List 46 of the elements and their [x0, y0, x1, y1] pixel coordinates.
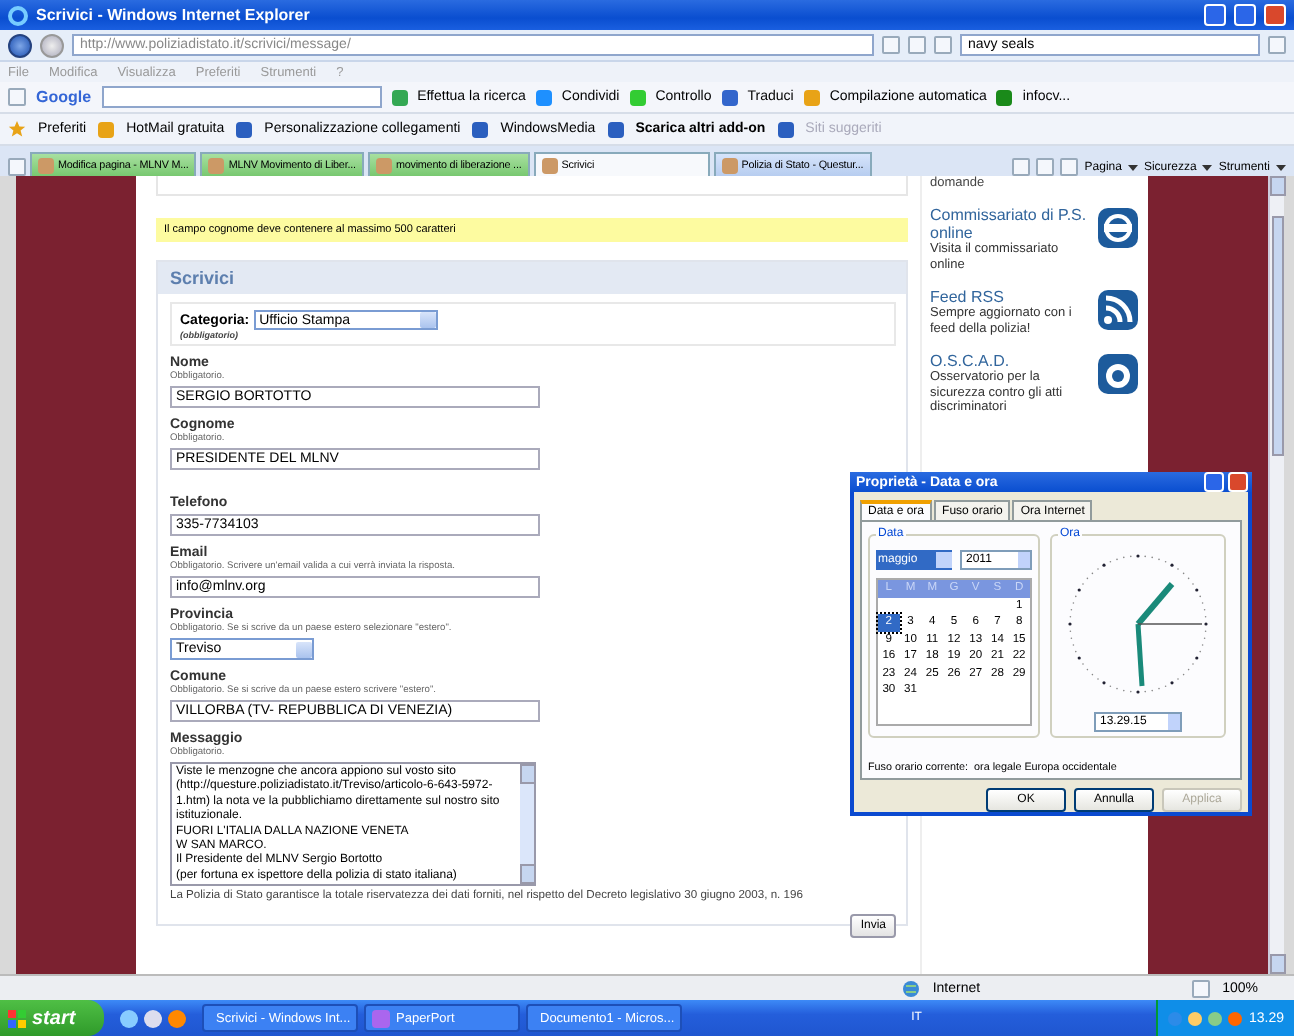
- rss-feed-icon: [1096, 288, 1140, 332]
- sidebar-link[interactable]: Feed RSS: [930, 288, 1092, 306]
- back-button[interactable]: [8, 33, 32, 57]
- scroll-down-button[interactable]: [520, 864, 536, 884]
- windows-logo-icon: [8, 1009, 26, 1027]
- page-icon: [541, 157, 558, 173]
- toolbar-item-icon: [391, 89, 408, 105]
- maximize-button[interactable]: [1234, 4, 1256, 26]
- page-icon: [721, 157, 738, 173]
- badge-icon: [1096, 206, 1140, 250]
- link-icon: [236, 121, 253, 137]
- caret-icon: [1276, 163, 1286, 171]
- scroll-up-button[interactable]: [520, 764, 536, 784]
- window-title: Scrivici - Windows Internet Explorer: [36, 6, 312, 24]
- page-icon: [375, 157, 392, 173]
- sidebar-link[interactable]: Commissariato di P.S. online: [930, 206, 1092, 242]
- page-icon: [38, 157, 54, 173]
- link-icon: [777, 121, 794, 137]
- scroll-thumb[interactable]: [1271, 216, 1283, 456]
- link-icon: [472, 121, 489, 137]
- page-icon: [208, 157, 225, 173]
- link-icon: [98, 121, 115, 137]
- google-logo: Google: [36, 88, 92, 106]
- scroll-down-button[interactable]: [1269, 954, 1285, 974]
- caret-icon: [1202, 163, 1213, 171]
- toolbar-item-icon: [996, 89, 1013, 105]
- globe-icon: [902, 979, 921, 997]
- minimize-button[interactable]: [1204, 4, 1226, 26]
- ie-logo-icon: [8, 5, 28, 25]
- toolbar-item-icon: [535, 89, 552, 105]
- sidebar-link[interactable]: O.S.C.A.D.: [930, 352, 1092, 370]
- toolbar-item-icon: [629, 89, 646, 105]
- form-title: Scrivici: [158, 262, 906, 294]
- toolbar-item-icon: [721, 89, 738, 105]
- toolbar-item-icon: [803, 89, 820, 105]
- help-button[interactable]: [1204, 472, 1224, 492]
- shield-badge-icon: [1096, 352, 1140, 396]
- close-button[interactable]: [1228, 472, 1248, 492]
- google-search-field[interactable]: [101, 86, 382, 108]
- scroll-up-button[interactable]: [1269, 176, 1285, 196]
- app-icon: [372, 1009, 390, 1027]
- favorites-star-icon: [8, 120, 26, 138]
- caret-icon: [1127, 163, 1138, 171]
- link-icon: [607, 121, 624, 137]
- close-button[interactable]: [1264, 4, 1286, 26]
- forward-button[interactable]: [40, 33, 64, 57]
